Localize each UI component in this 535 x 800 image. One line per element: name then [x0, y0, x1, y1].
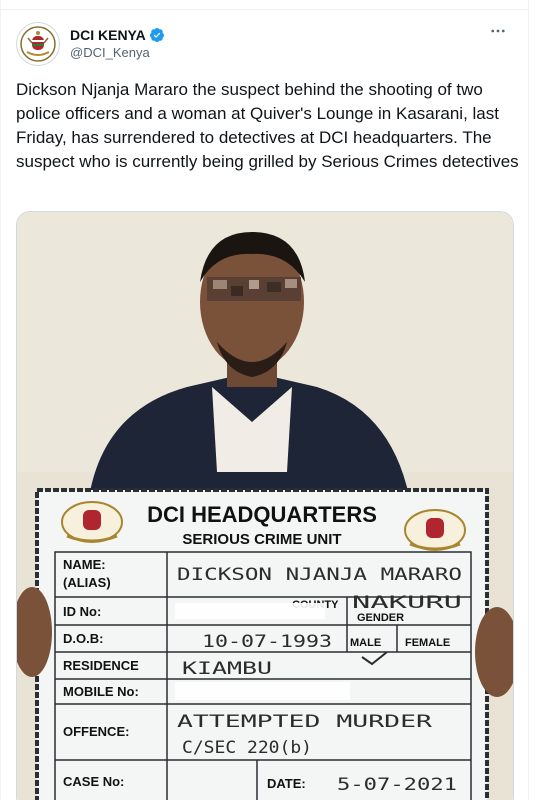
coat-of-arms-right-icon [404, 509, 466, 551]
id-redaction [175, 603, 325, 619]
case-label: CASE No: [63, 774, 124, 789]
date-value: 5-07-2021 [337, 775, 457, 795]
avatar[interactable] [16, 22, 60, 66]
id-label: ID No: [63, 604, 101, 619]
timeline-border-left [0, 0, 1, 800]
female-label: FEMALE [405, 637, 450, 649]
offence-value: ATTEMPTED MURDER [177, 712, 433, 732]
placard-subtitle: SERIOUS CRIME UNIT [182, 531, 341, 548]
blurred-eyes [207, 277, 301, 301]
tweet-header: DCI KENYA @DCI_Kenya [16, 20, 513, 68]
mobile-label: MOBILE No: [63, 684, 139, 699]
offence-label: OFFENCE: [63, 724, 129, 739]
placard-title: DCI HEADQUARTERS [147, 502, 377, 527]
dob-value: 10-07-1993 [202, 632, 332, 652]
id-placard: DCI HEADQUARTERS SERIOUS CRIME UNIT NAME… [35, 488, 489, 800]
more-horizontal-icon [491, 29, 505, 33]
county-value: NAKURU [352, 593, 462, 613]
timeline-border-top [0, 9, 529, 10]
display-name[interactable]: DCI KENYA [70, 26, 146, 44]
tweet-photo[interactable]: DCI HEADQUARTERS SERIOUS CRIME UNIT NAME… [16, 211, 514, 800]
residence-label: RESIDENCE [63, 658, 139, 673]
date-label: DATE: [267, 776, 306, 791]
alias-label: (ALIAS) [63, 575, 111, 590]
tweet-text: Dickson Njanja Mararo the suspect behind… [16, 80, 519, 171]
more-options-button[interactable] [483, 16, 513, 46]
name-label: NAME: [63, 557, 106, 572]
user-handle[interactable]: @DCI_Kenya [70, 44, 165, 62]
dci-logo-icon [20, 26, 56, 62]
male-label: MALE [350, 637, 381, 649]
residence-value: KIAMBU [182, 659, 272, 679]
coat-of-arms-left-icon [61, 501, 123, 543]
offence-section: C/SEC 220(b) [182, 738, 312, 758]
name-value: DICKSON NJANJA MARARO [177, 565, 462, 585]
verified-badge-icon [149, 28, 164, 42]
mobile-redaction [175, 682, 350, 700]
gender-label: GENDER [357, 612, 404, 624]
dob-label: D.O.B: [63, 631, 103, 646]
timeline-border-right [528, 0, 529, 800]
suspect-photo: DCI HEADQUARTERS SERIOUS CRIME UNIT NAME… [17, 212, 513, 800]
